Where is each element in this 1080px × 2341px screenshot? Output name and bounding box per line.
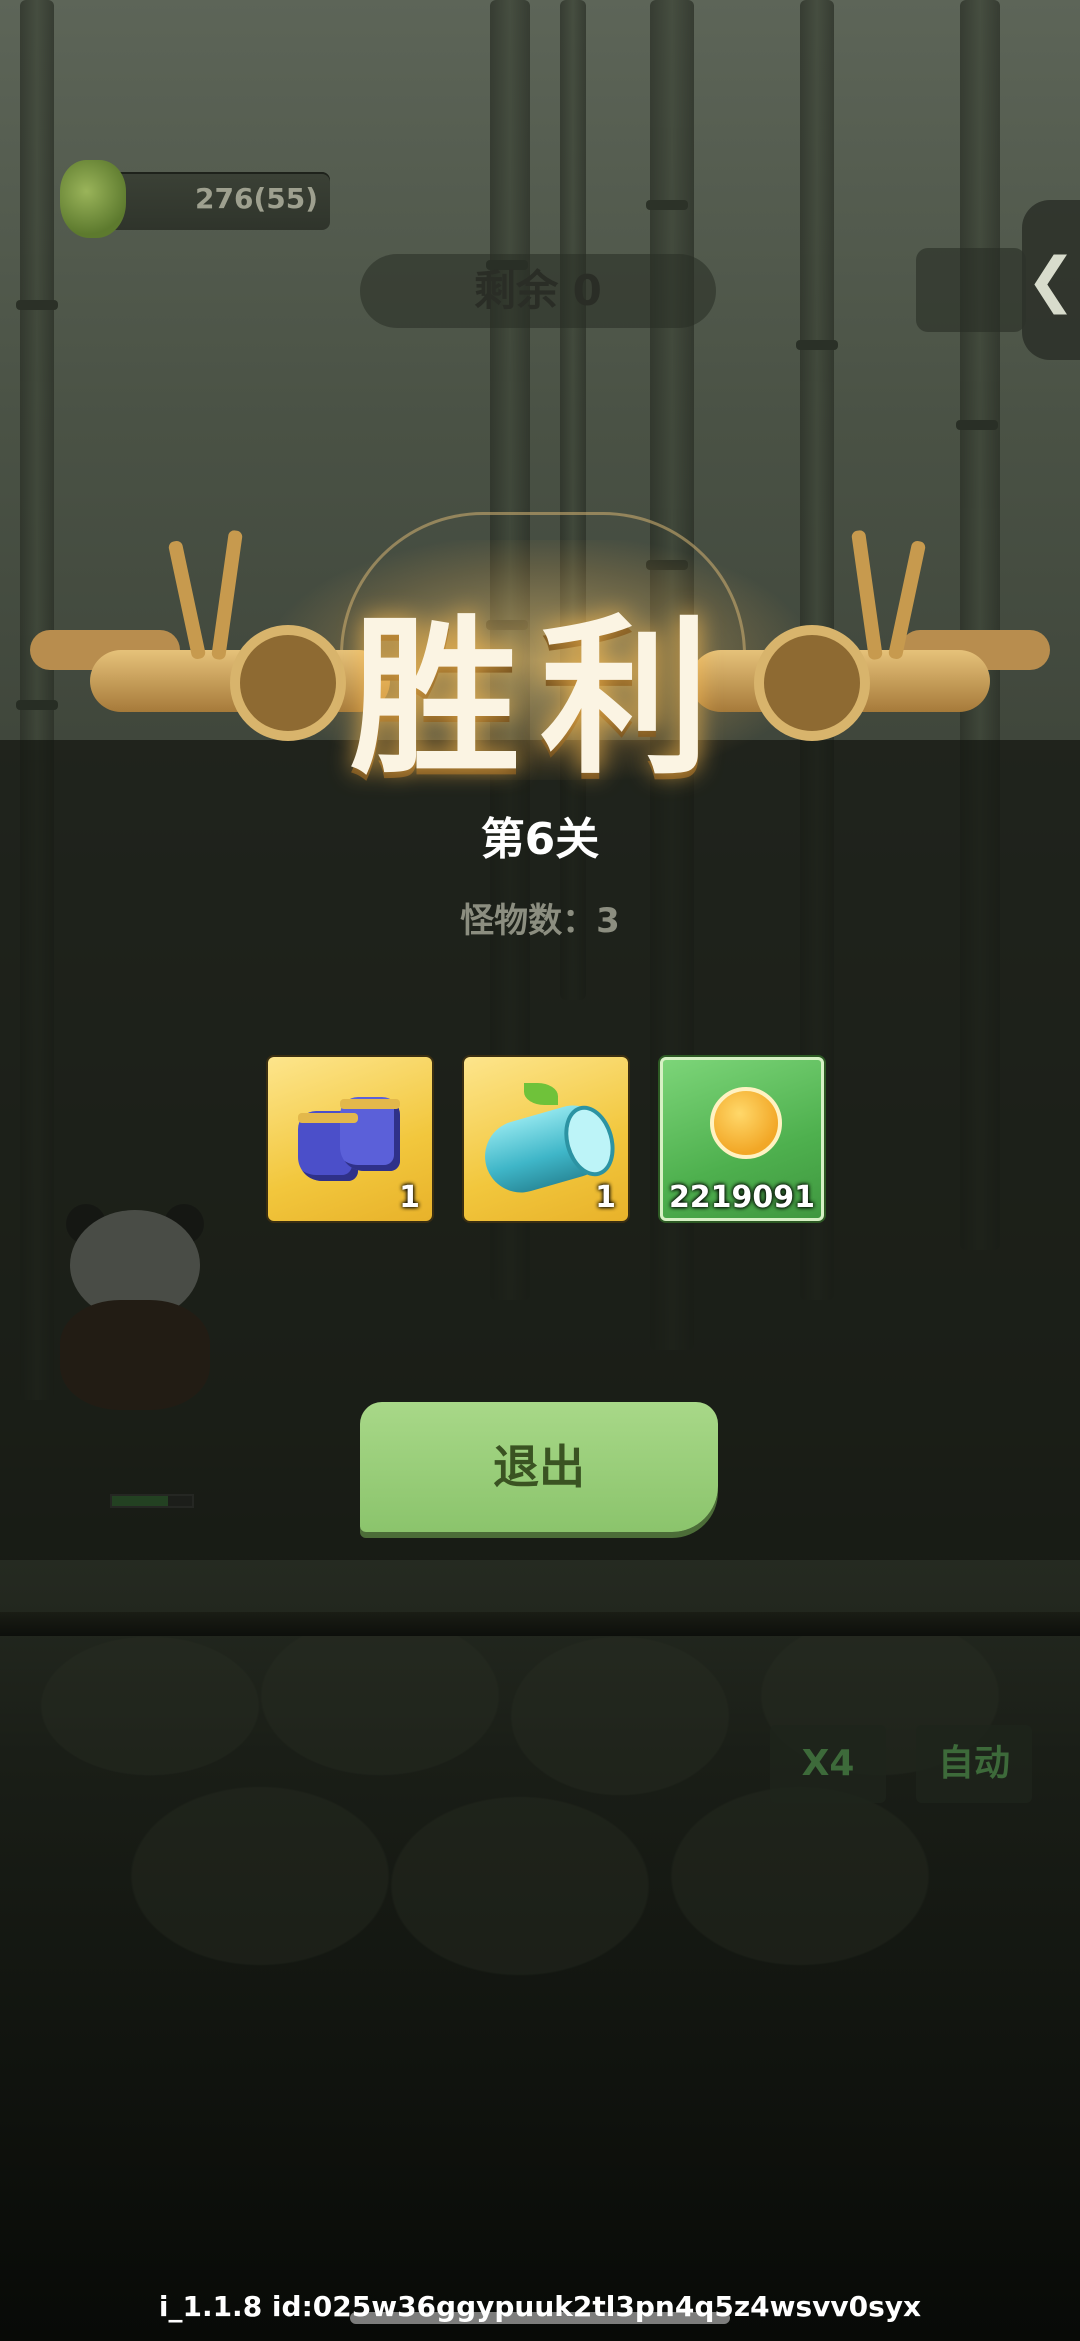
reward-count: 1 [595, 1180, 616, 1215]
sprout-icon [524, 1083, 558, 1105]
reward-count: 1 [399, 1180, 420, 1215]
bamboo-shoot-icon [60, 160, 126, 238]
side-panel-box [916, 248, 1026, 332]
version-id-label: i_1.1.8 id:025w36ggypuuk2tl3pn4q5z4wsvv0… [158, 2290, 922, 2323]
boots-icon [298, 1091, 402, 1183]
reward-item-log[interactable]: 1 [464, 1057, 628, 1221]
bamboo-resource-counter: 276(55) [60, 160, 330, 238]
exit-button[interactable]: 退出 [360, 1402, 718, 1532]
ground-edge [0, 1612, 1080, 1636]
reward-list: 1 1 2219091 [268, 1057, 828, 1223]
monster-count: 怪物数：3 [460, 901, 620, 941]
victory-title: 胜利 [349, 598, 730, 798]
paw-coin-icon [710, 1087, 782, 1159]
resource-value: 276(55) [195, 182, 319, 215]
reward-count: 2219091 [668, 1180, 816, 1215]
remaining-counter: 剩余 0 [360, 254, 716, 328]
reward-item-boots[interactable]: 1 [268, 1057, 432, 1221]
chevron-left-icon: ❮ [1025, 245, 1077, 315]
auto-battle-button[interactable]: 自动 [916, 1725, 1032, 1803]
speed-x4-button[interactable]: X4 [770, 1725, 886, 1803]
stone-floor [0, 1636, 1080, 2196]
reward-item-paw-coin[interactable]: 2219091 [660, 1057, 824, 1221]
level-label: 第6关 [480, 814, 600, 865]
side-menu-tab[interactable]: ❮ [1022, 200, 1080, 360]
